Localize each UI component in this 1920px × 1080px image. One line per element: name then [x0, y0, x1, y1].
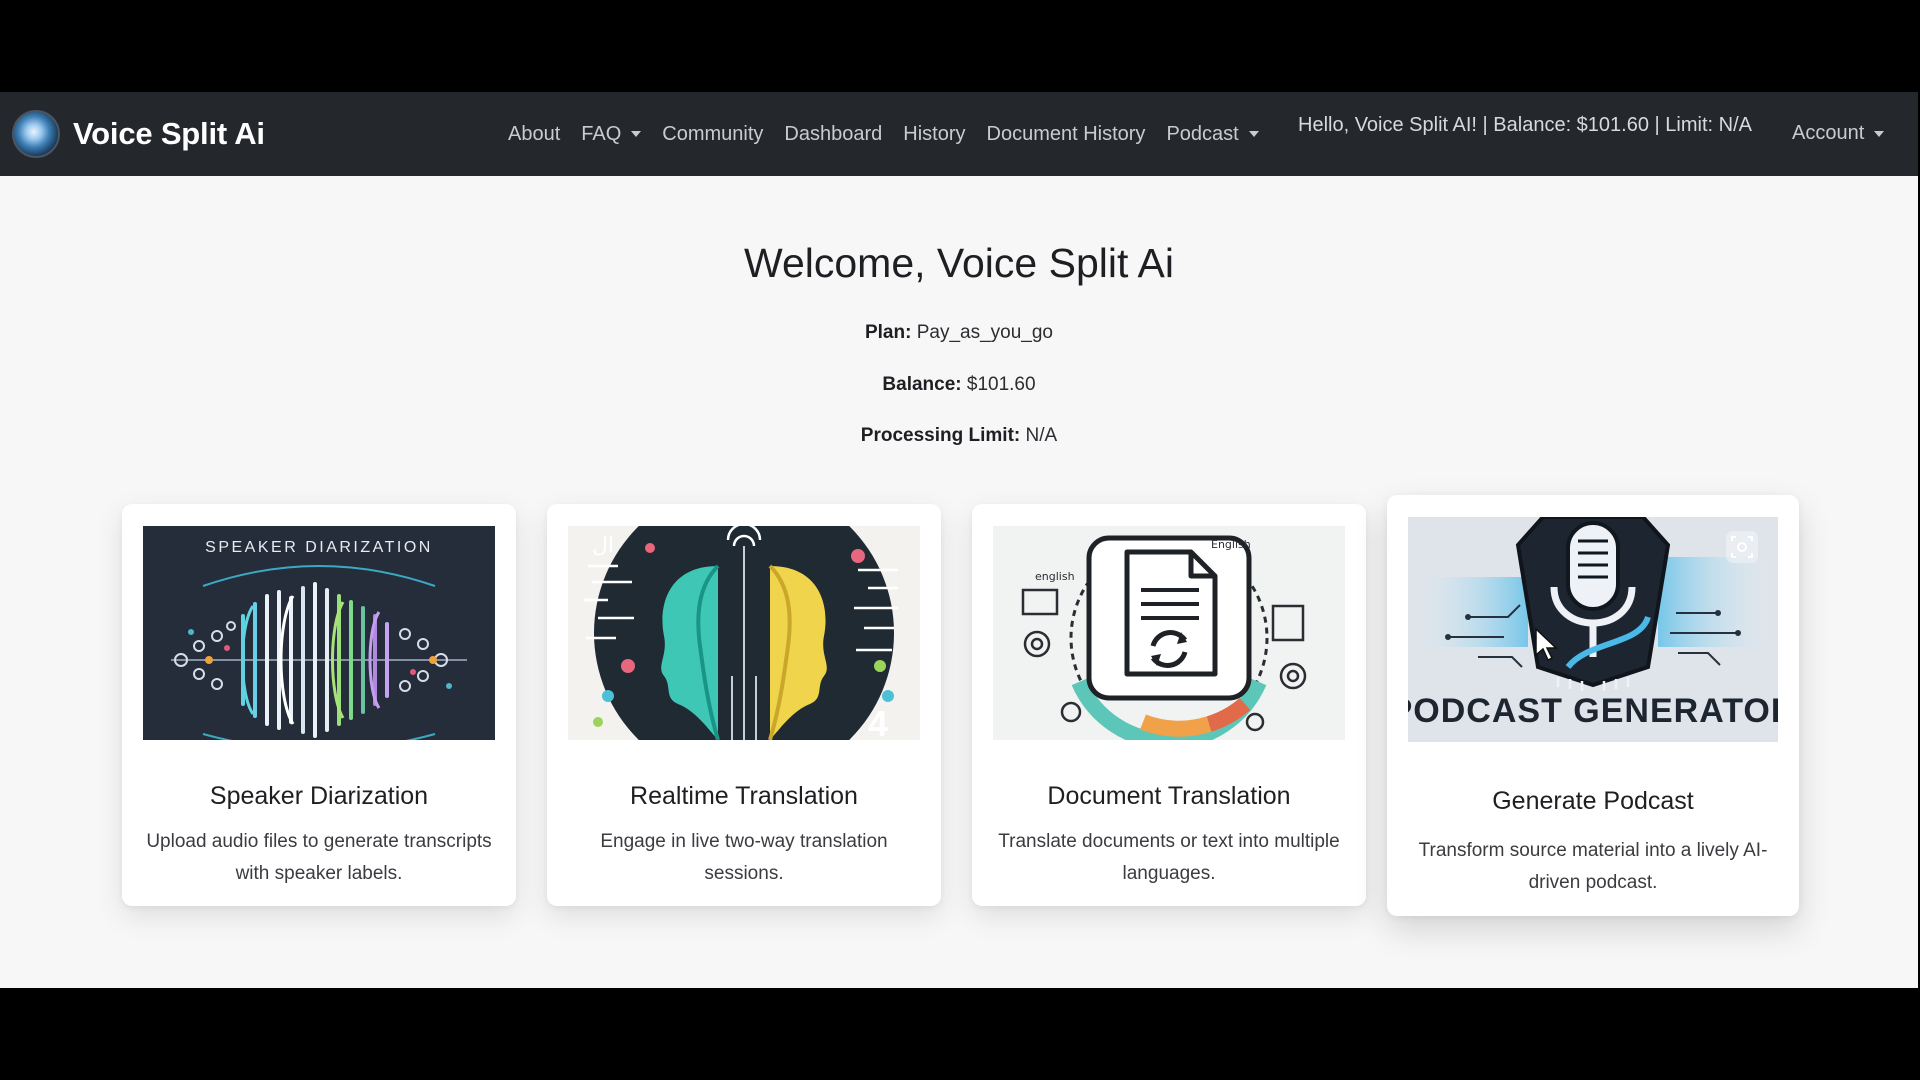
top-navbar: Voice Split Ai About FAQ Community Dashb… — [0, 92, 1918, 176]
nav-links: About FAQ Community Dashboard History Do… — [508, 92, 1280, 176]
nav-community-label: Community — [662, 122, 764, 145]
plan-info: Plan: Pay_as_you_go — [0, 322, 1918, 344]
nav-history[interactable]: History — [903, 123, 965, 146]
nav-about[interactable]: About — [508, 123, 560, 146]
card-realtime-translation[interactable]: 4 ال Realtime Translation Engage in live… — [547, 504, 941, 906]
card-generate-podcast[interactable]: PODCAST GENERATOR Generate Podcast Trans… — [1387, 495, 1799, 916]
browser-viewport: Voice Split Ai About FAQ Community Dashb… — [0, 92, 1918, 988]
balance-info: Balance: $101.60 — [0, 374, 1918, 396]
caret-down-icon — [1248, 131, 1259, 137]
nav-community[interactable]: Community — [662, 123, 763, 146]
balance-value: $101.60 — [966, 374, 1036, 395]
page-title: Welcome, Voice Split Ai — [744, 240, 1174, 286]
microphone-illustration-icon: PODCAST GENERATOR — [1408, 517, 1778, 742]
nav-podcast-dropdown[interactable]: Podcast — [1166, 122, 1259, 146]
account-dropdown[interactable]: Account — [1792, 122, 1885, 145]
card-document-translation[interactable]: English english Document Translation Tra… — [972, 504, 1366, 906]
brand-name: Voice Split Ai — [73, 116, 265, 151]
balance-label: Balance: — [882, 374, 962, 395]
brand[interactable]: Voice Split Ai — [12, 108, 265, 160]
nav-dashboard[interactable]: Dashboard — [784, 123, 882, 146]
nav-document-history-label: Document History — [986, 122, 1146, 145]
nav-about-label: About — [508, 122, 561, 145]
svg-text:English: English — [1211, 538, 1251, 551]
globe-logo-icon — [12, 110, 60, 158]
limit-value: N/A — [1025, 425, 1058, 446]
card-title: Generate Podcast — [1492, 787, 1694, 815]
limit-info: Processing Limit: N/A — [0, 425, 1918, 447]
nav-faq-label: FAQ — [581, 122, 622, 145]
nav-podcast-label: Podcast — [1166, 122, 1239, 145]
svg-text:english: english — [1035, 570, 1075, 583]
image-caption: PODCAST GENERATOR — [1408, 692, 1778, 730]
caret-down-icon — [1874, 130, 1885, 137]
card-speaker-diarization[interactable]: SPEAKER DIARIZATION Speaker Diarization … — [122, 504, 516, 906]
speaker-diarization-illustration-icon: SPEAKER DIARIZATION — [143, 526, 495, 740]
card-description: Translate documents or text into multipl… — [998, 831, 1340, 884]
screen-frame: Voice Split Ai About FAQ Community Dashb… — [0, 0, 1920, 1080]
two-faces-translation-illustration-icon: 4 ال — [568, 526, 920, 740]
card-title: Document Translation — [1047, 782, 1291, 810]
card-title: Realtime Translation — [630, 782, 858, 810]
nav-faq-dropdown[interactable]: FAQ — [581, 122, 642, 146]
nav-history-label: History — [903, 122, 966, 145]
document-sync-illustration-icon: English english — [993, 526, 1345, 740]
account-label: Account — [1792, 122, 1865, 144]
limit-label: Processing Limit: — [860, 425, 1021, 446]
nav-dashboard-label: Dashboard — [784, 122, 883, 145]
plan-value: Pay_as_you_go — [916, 322, 1053, 343]
nav-document-history[interactable]: Document History — [987, 123, 1146, 146]
card-title: Speaker Diarization — [209, 782, 429, 810]
caret-down-icon — [631, 131, 642, 137]
user-greeting: Hello, Voice Split AI! | Balance: $101.6… — [1298, 114, 1752, 136]
plan-label: Plan: — [864, 322, 912, 343]
svg-text:ال: ال — [592, 533, 614, 558]
card-description: Engage in live two-way translation sessi… — [600, 831, 888, 884]
image-caption: SPEAKER DIARIZATION — [205, 539, 433, 556]
svg-text:4: 4 — [868, 703, 888, 740]
card-description: Upload audio files to generate transcrip… — [146, 831, 492, 884]
card-description: Transform source material into a lively … — [1418, 840, 1768, 893]
